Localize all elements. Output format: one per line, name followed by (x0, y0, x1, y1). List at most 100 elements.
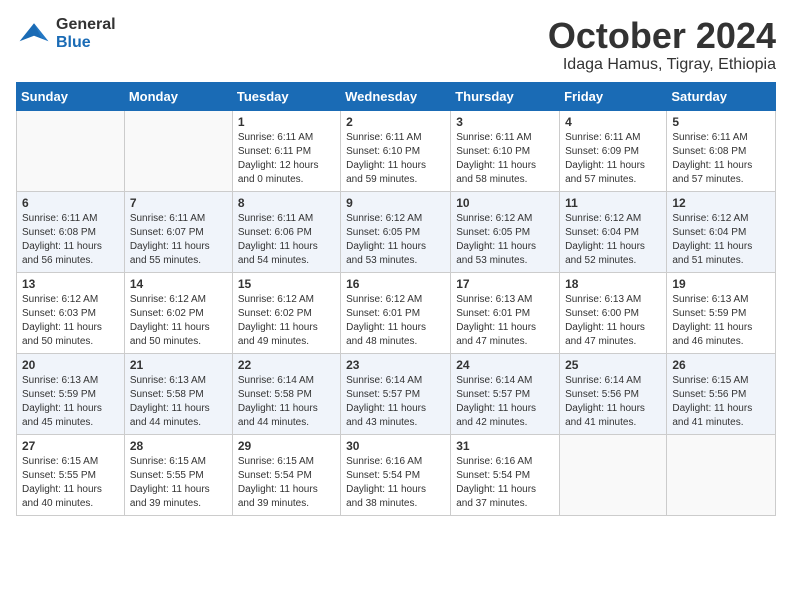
table-row: 11 Sunrise: 6:12 AMSunset: 6:04 PMDayligh… (560, 191, 667, 272)
day-number: 15 (238, 277, 335, 291)
day-info: Sunrise: 6:13 AMSunset: 6:01 PMDaylight:… (456, 293, 554, 349)
day-info: Sunrise: 6:13 AMSunset: 5:59 PMDaylight:… (22, 374, 119, 430)
table-row: 15Sunrise: 6:12 AMSunset: 6:02 PMDayligh… (232, 272, 340, 353)
calendar-week-row: 13 Sunrise: 6:12 AMSunset: 6:03 PMDayligh… (17, 272, 776, 353)
calendar-table: Sunday Monday Tuesday Wednesday Thursday… (16, 82, 776, 516)
day-info: Sunrise: 6:11 AMSunset: 6:08 PMDaylight:… (672, 131, 770, 187)
day-number: 14 (130, 277, 227, 291)
header-thursday: Thursday (451, 82, 560, 110)
day-number: 11 (565, 196, 661, 210)
day-number: 5 (672, 115, 770, 129)
table-row (560, 434, 667, 515)
header-monday: Monday (124, 82, 232, 110)
calendar-header-row: Sunday Monday Tuesday Wednesday Thursday… (17, 82, 776, 110)
table-row: 28Sunrise: 6:15 AMSunset: 5:55 PMDayligh… (124, 434, 232, 515)
table-row: 1Sunrise: 6:11 AMSunset: 6:11 PMDaylight… (232, 110, 340, 191)
table-row: 9 Sunrise: 6:12 AMSunset: 6:05 PMDaylight… (341, 191, 451, 272)
day-info: Sunrise: 6:11 AMSunset: 6:06 PMDaylight:… (238, 212, 335, 268)
day-number: 3 (456, 115, 554, 129)
day-number: 18 (565, 277, 661, 291)
header-friday: Friday (560, 82, 667, 110)
day-number: 23 (346, 358, 445, 372)
table-row: 31 Sunrise: 6:16 AMSunset: 5:54 PMDayligh… (451, 434, 560, 515)
day-number: 24 (456, 358, 554, 372)
table-row: 19Sunrise: 6:13 AMSunset: 5:59 PMDayligh… (667, 272, 776, 353)
day-number: 16 (346, 277, 445, 291)
day-info: Sunrise: 6:14 AMSunset: 5:58 PMDaylight:… (238, 374, 335, 430)
table-row: 3 Sunrise: 6:11 AMSunset: 6:10 PMDaylight… (451, 110, 560, 191)
table-row: 24 Sunrise: 6:14 AMSunset: 5:57 PMDayligh… (451, 353, 560, 434)
header-saturday: Saturday (667, 82, 776, 110)
day-info: Sunrise: 6:12 AMSunset: 6:05 PMDaylight:… (346, 212, 445, 268)
day-info: Sunrise: 6:15 AMSunset: 5:55 PMDaylight:… (22, 455, 119, 511)
day-info: Sunrise: 6:14 AMSunset: 5:57 PMDaylight:… (456, 374, 554, 430)
day-info: Sunrise: 6:11 AMSunset: 6:10 PMDaylight:… (456, 131, 554, 187)
day-number: 8 (238, 196, 335, 210)
day-info: Sunrise: 6:14 AMSunset: 5:57 PMDaylight:… (346, 374, 445, 430)
header-tuesday: Tuesday (232, 82, 340, 110)
table-row (667, 434, 776, 515)
header-wednesday: Wednesday (341, 82, 451, 110)
table-row: 30Sunrise: 6:16 AMSunset: 5:54 PMDayligh… (341, 434, 451, 515)
table-row (124, 110, 232, 191)
day-info: Sunrise: 6:12 AMSunset: 6:02 PMDaylight:… (130, 293, 227, 349)
day-number: 22 (238, 358, 335, 372)
table-row: 25Sunrise: 6:14 AMSunset: 5:56 PMDayligh… (560, 353, 667, 434)
logo-text: General Blue (56, 16, 116, 52)
table-row: 18 Sunrise: 6:13 AMSunset: 6:00 PMDayligh… (560, 272, 667, 353)
day-info: Sunrise: 6:15 AMSunset: 5:56 PMDaylight:… (672, 374, 770, 430)
day-number: 19 (672, 277, 770, 291)
table-row: 26Sunrise: 6:15 AMSunset: 5:56 PMDayligh… (667, 353, 776, 434)
day-info: Sunrise: 6:16 AMSunset: 5:54 PMDaylight:… (456, 455, 554, 511)
logo-icon (16, 16, 52, 52)
table-row: 22 Sunrise: 6:14 AMSunset: 5:58 PMDayligh… (232, 353, 340, 434)
calendar-week-row: 6 Sunrise: 6:11 AMSunset: 6:08 PMDaylight… (17, 191, 776, 272)
page-header: General Blue October 2024 Idaga Hamus, T… (16, 16, 776, 74)
day-number: 6 (22, 196, 119, 210)
day-info: Sunrise: 6:11 AMSunset: 6:09 PMDaylight:… (565, 131, 661, 187)
logo: General Blue (16, 16, 116, 52)
day-info: Sunrise: 6:11 AMSunset: 6:10 PMDaylight:… (346, 131, 445, 187)
day-info: Sunrise: 6:13 AMSunset: 6:00 PMDaylight:… (565, 293, 661, 349)
day-number: 17 (456, 277, 554, 291)
calendar-week-row: 27 Sunrise: 6:15 AMSunset: 5:55 PMDayligh… (17, 434, 776, 515)
header-sunday: Sunday (17, 82, 125, 110)
day-info: Sunrise: 6:11 AMSunset: 6:07 PMDaylight:… (130, 212, 227, 268)
title-block: October 2024 Idaga Hamus, Tigray, Ethiop… (548, 16, 776, 74)
table-row: 21Sunrise: 6:13 AMSunset: 5:58 PMDayligh… (124, 353, 232, 434)
day-number: 20 (22, 358, 119, 372)
day-info: Sunrise: 6:11 AMSunset: 6:08 PMDaylight:… (22, 212, 119, 268)
day-number: 1 (238, 115, 335, 129)
day-number: 2 (346, 115, 445, 129)
day-info: Sunrise: 6:12 AMSunset: 6:04 PMDaylight:… (672, 212, 770, 268)
table-row: 13 Sunrise: 6:12 AMSunset: 6:03 PMDayligh… (17, 272, 125, 353)
table-row (17, 110, 125, 191)
table-row: 4Sunrise: 6:11 AMSunset: 6:09 PMDaylight… (560, 110, 667, 191)
table-row: 29Sunrise: 6:15 AMSunset: 5:54 PMDayligh… (232, 434, 340, 515)
day-number: 13 (22, 277, 119, 291)
table-row: 6 Sunrise: 6:11 AMSunset: 6:08 PMDaylight… (17, 191, 125, 272)
day-info: Sunrise: 6:12 AMSunset: 6:01 PMDaylight:… (346, 293, 445, 349)
day-number: 10 (456, 196, 554, 210)
day-info: Sunrise: 6:16 AMSunset: 5:54 PMDaylight:… (346, 455, 445, 511)
day-number: 27 (22, 439, 119, 453)
day-info: Sunrise: 6:12 AMSunset: 6:04 PMDaylight:… (565, 212, 661, 268)
day-number: 7 (130, 196, 227, 210)
table-row: 10Sunrise: 6:12 AMSunset: 6:05 PMDayligh… (451, 191, 560, 272)
table-row: 17 Sunrise: 6:13 AMSunset: 6:01 PMDayligh… (451, 272, 560, 353)
day-number: 28 (130, 439, 227, 453)
table-row: 2 Sunrise: 6:11 AMSunset: 6:10 PMDaylight… (341, 110, 451, 191)
day-info: Sunrise: 6:15 AMSunset: 5:54 PMDaylight:… (238, 455, 335, 511)
calendar-week-row: 1Sunrise: 6:11 AMSunset: 6:11 PMDaylight… (17, 110, 776, 191)
table-row: 7 Sunrise: 6:11 AMSunset: 6:07 PMDaylight… (124, 191, 232, 272)
location-subtitle: Idaga Hamus, Tigray, Ethiopia (548, 56, 776, 74)
calendar-week-row: 20 Sunrise: 6:13 AMSunset: 5:59 PMDayligh… (17, 353, 776, 434)
day-number: 9 (346, 196, 445, 210)
table-row: 20 Sunrise: 6:13 AMSunset: 5:59 PMDayligh… (17, 353, 125, 434)
day-number: 21 (130, 358, 227, 372)
day-info: Sunrise: 6:14 AMSunset: 5:56 PMDaylight:… (565, 374, 661, 430)
day-info: Sunrise: 6:12 AMSunset: 6:03 PMDaylight:… (22, 293, 119, 349)
table-row: 23 Sunrise: 6:14 AMSunset: 5:57 PMDayligh… (341, 353, 451, 434)
day-number: 31 (456, 439, 554, 453)
table-row: 14 Sunrise: 6:12 AMSunset: 6:02 PMDayligh… (124, 272, 232, 353)
